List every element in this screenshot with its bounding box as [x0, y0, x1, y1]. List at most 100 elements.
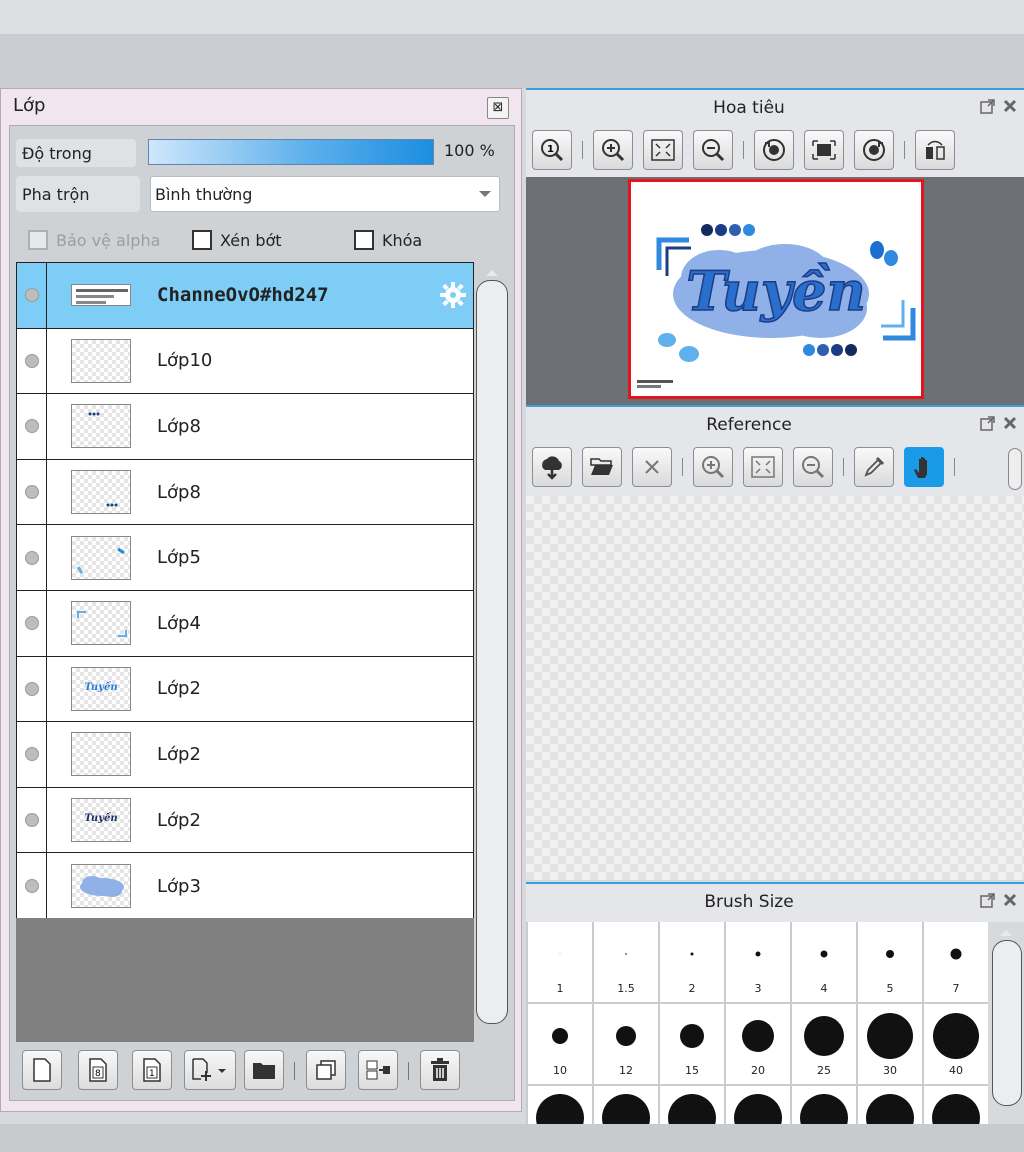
reference-canvas[interactable]	[526, 496, 1024, 880]
close-button[interactable]	[1000, 96, 1020, 116]
brush-dot	[886, 950, 894, 958]
protect-alpha-checkbox[interactable]: Bảo vệ alpha	[28, 230, 160, 250]
visibility-toggle[interactable]	[17, 328, 47, 394]
visibility-toggle[interactable]	[17, 459, 47, 525]
gear-icon[interactable]	[439, 281, 467, 309]
layer-row[interactable]: Tuyền Lớp2	[17, 656, 473, 723]
layer-row[interactable]: Lớp3	[17, 853, 473, 919]
blend-mode-select[interactable]: Bình thường	[150, 176, 500, 212]
close-button[interactable]	[1000, 890, 1020, 910]
visibility-toggle[interactable]	[17, 853, 47, 919]
brush-size-cell[interactable]: 30	[858, 1004, 922, 1084]
new-folder-button[interactable]	[244, 1050, 284, 1090]
brush-size-cell[interactable]: 10	[528, 1004, 592, 1084]
hand-tool-button[interactable]	[904, 447, 944, 487]
brush-size-label: 15	[685, 1064, 699, 1077]
brush-size-cell[interactable]	[924, 1086, 988, 1124]
merge-down-button[interactable]	[358, 1050, 398, 1090]
window-buttons	[978, 890, 1020, 910]
new-1bit-layer-button[interactable]: 1	[132, 1050, 172, 1090]
layer-row[interactable]: Tuyền Lớp2	[17, 787, 473, 854]
scroll-up-icon[interactable]	[990, 926, 1022, 938]
brush-size-cell[interactable]	[792, 1086, 856, 1124]
zoom-out-button[interactable]	[793, 447, 833, 487]
brush-dot	[950, 948, 962, 960]
visibility-toggle[interactable]	[17, 590, 47, 656]
brush-size-cell[interactable]: 3	[726, 922, 790, 1002]
flip-horizontal-button[interactable]	[915, 130, 955, 170]
scroll-up-icon[interactable]	[476, 266, 508, 278]
clip-checkbox[interactable]: Xén bớt	[192, 230, 282, 250]
layer-row[interactable]: Lớp2	[17, 722, 473, 788]
close-reference-button[interactable]	[632, 447, 672, 487]
zoom-in-button[interactable]	[693, 447, 733, 487]
visibility-toggle[interactable]	[17, 722, 47, 787]
open-folder-button[interactable]	[582, 447, 622, 487]
lock-checkbox[interactable]: Khóa	[354, 230, 422, 250]
layer-name: ChanneOvO#hd247	[157, 284, 329, 307]
brush-size-cell[interactable]	[726, 1086, 790, 1124]
brush-size-cell[interactable]: 1	[528, 922, 592, 1002]
close-button[interactable]	[1000, 413, 1020, 433]
visibility-toggle[interactable]	[17, 394, 47, 459]
brush-size-cell[interactable]: 25	[792, 1004, 856, 1084]
layer-list-scrollbar[interactable]	[476, 266, 508, 1046]
zoom-actual-size-button[interactable]: 1	[532, 130, 572, 170]
fit-to-window-button[interactable]	[743, 447, 783, 487]
layer-row[interactable]: Lớp5	[17, 525, 473, 591]
popout-button[interactable]	[978, 890, 998, 910]
brush-size-cell[interactable]	[660, 1086, 724, 1124]
layer-thumbnail	[71, 284, 131, 307]
brush-size-cell[interactable]: 12	[594, 1004, 658, 1084]
opacity-slider[interactable]	[148, 139, 434, 165]
layer-row[interactable]: Lớp8	[17, 394, 473, 460]
panel-close-button[interactable]: ⊠	[487, 97, 509, 119]
delete-layer-button[interactable]	[420, 1050, 460, 1090]
brush-size-cell[interactable]: 7	[924, 922, 988, 1002]
layers-panel-body: Độ trong 100 % Pha trộn Bình thường Bảo …	[9, 125, 515, 1101]
import-button[interactable]	[532, 447, 572, 487]
navigator-preview: Tuyền	[628, 179, 924, 399]
add-layer-menu-button[interactable]	[184, 1050, 236, 1090]
layer-row[interactable]: Lớp4	[17, 590, 473, 657]
brush-size-cell[interactable]: 20	[726, 1004, 790, 1084]
brush-size-cell[interactable]: 40	[924, 1004, 988, 1084]
brush-size-cell[interactable]	[528, 1086, 592, 1124]
visibility-toggle[interactable]	[17, 656, 47, 722]
layer-row[interactable]: Lớp8	[17, 459, 473, 526]
visibility-toggle[interactable]	[17, 263, 47, 328]
eyedropper-button[interactable]	[854, 447, 894, 487]
scroll-thumb[interactable]	[476, 280, 508, 1024]
brush-size-cell[interactable]: 5	[858, 922, 922, 1002]
new-layer-button[interactable]	[22, 1050, 62, 1090]
visibility-toggle[interactable]	[17, 525, 47, 590]
toolbar-separator	[904, 141, 905, 159]
brush-size-cell[interactable]: 15	[660, 1004, 724, 1084]
rotate-left-button[interactable]	[754, 130, 794, 170]
scroll-thumb[interactable]	[992, 940, 1022, 1106]
brush-size-cell[interactable]: 4	[792, 922, 856, 1002]
brush-size-scrollbar[interactable]	[990, 926, 1022, 1122]
brush-size-cell[interactable]: 2	[660, 922, 724, 1002]
rotate-right-button[interactable]	[854, 130, 894, 170]
brush-size-cell[interactable]	[594, 1086, 658, 1124]
popout-button[interactable]	[978, 96, 998, 116]
navigator-view[interactable]: Tuyền	[526, 177, 1024, 405]
layer-row[interactable]: Lớp10	[17, 328, 473, 395]
fit-canvas-button[interactable]	[804, 130, 844, 170]
opacity-label: Độ trong	[16, 139, 136, 167]
zoom-out-button[interactable]	[693, 130, 733, 170]
brush-size-cell[interactable]	[858, 1086, 922, 1124]
fit-to-window-button[interactable]	[643, 130, 683, 170]
layer-row[interactable]: ChanneOvO#hd247	[17, 263, 473, 329]
duplicate-layer-button[interactable]	[306, 1050, 346, 1090]
close-x-icon	[645, 460, 659, 474]
new-8bit-layer-button[interactable]: 8	[78, 1050, 118, 1090]
zoom-out-icon	[702, 139, 725, 162]
reference-toolbar-scrollbar[interactable]	[1008, 448, 1022, 490]
shapes-thumbnail-icon	[76, 547, 125, 574]
zoom-in-button[interactable]	[593, 130, 633, 170]
brush-size-cell[interactable]: 1.5	[594, 922, 658, 1002]
visibility-toggle[interactable]	[17, 787, 47, 853]
popout-button[interactable]	[978, 413, 998, 433]
